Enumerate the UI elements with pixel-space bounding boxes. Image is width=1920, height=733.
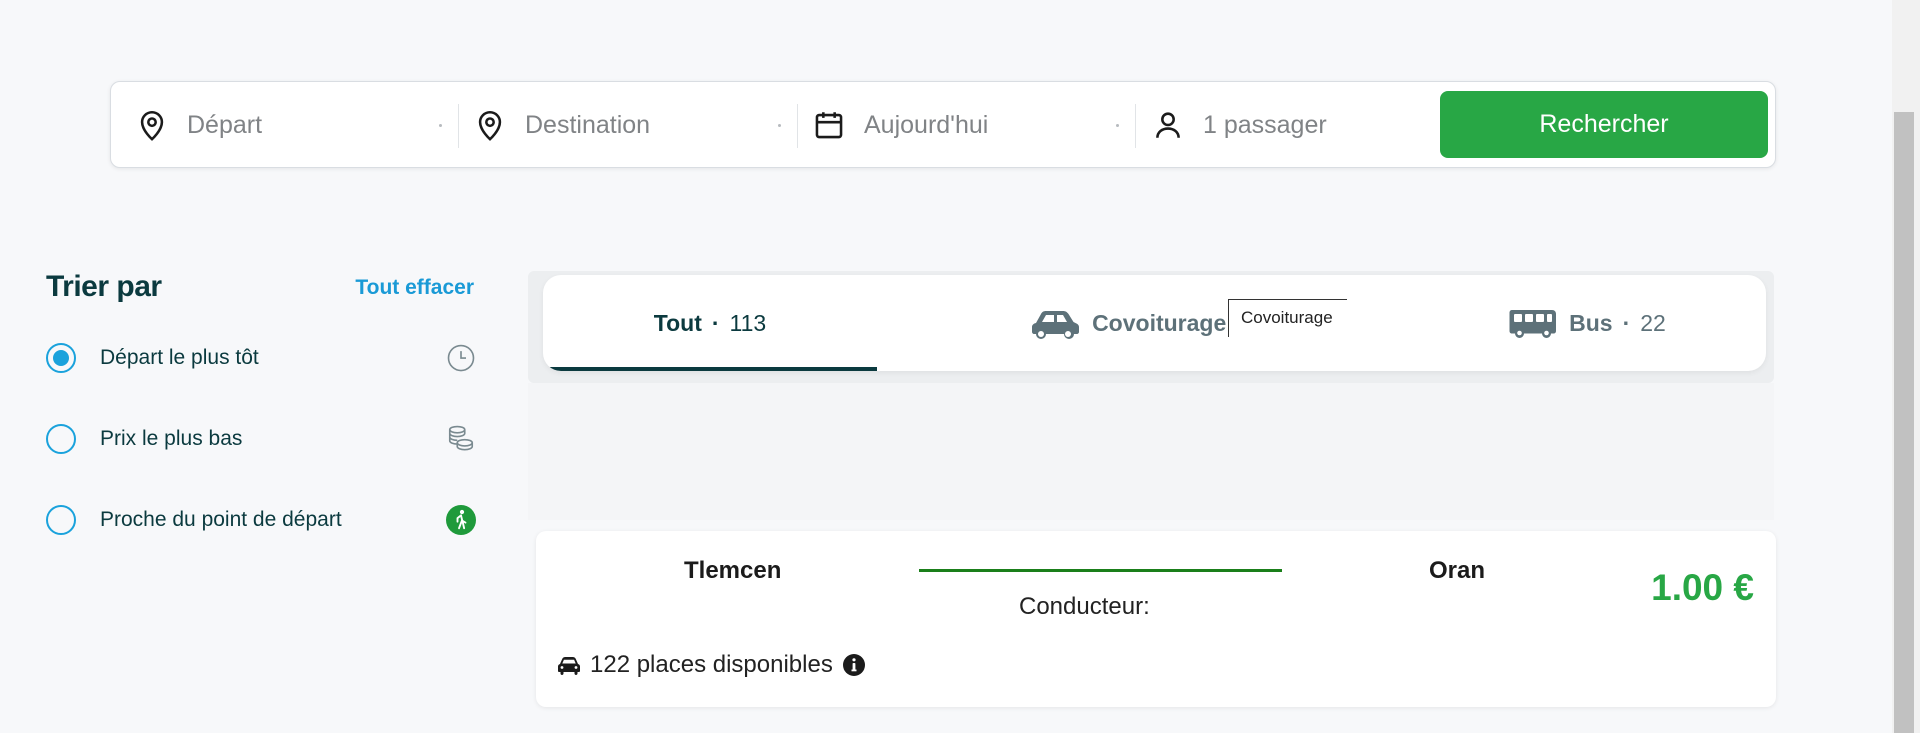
- person-icon: [1151, 108, 1185, 142]
- route-line: [919, 569, 1282, 572]
- radio-button[interactable]: [46, 424, 76, 454]
- departure-city: Tlemcen: [684, 557, 782, 584]
- field-divider-dot: [778, 124, 781, 127]
- sort-option-label: Départ le plus tôt: [100, 346, 259, 369]
- calendar-icon: [812, 108, 846, 142]
- location-pin-icon: [473, 108, 507, 142]
- date-placeholder: Aujourd'hui: [864, 110, 989, 139]
- search-button[interactable]: Rechercher: [1440, 91, 1768, 158]
- walking-person-icon: [446, 505, 476, 535]
- date-field[interactable]: Aujourd'hui: [788, 92, 1126, 158]
- destination-field[interactable]: Destination: [449, 92, 787, 158]
- scrollbar-thumb[interactable]: [1894, 112, 1914, 733]
- arrival-city: Oran: [1429, 557, 1486, 584]
- sort-option-label: Prix le plus bas: [100, 427, 243, 450]
- results-spacer: [528, 383, 1774, 520]
- coins-icon: [446, 424, 476, 454]
- transport-tabs: Tout · 113 Covoiturage · Bus · 22: [543, 275, 1766, 371]
- location-pin-icon: [135, 108, 169, 142]
- search-bar: Départ Destination Aujourd'hui 1 passage…: [110, 81, 1776, 168]
- departure-placeholder: Départ: [187, 110, 263, 139]
- radio-button[interactable]: [46, 343, 76, 373]
- passengers-label: 1 passager: [1203, 110, 1327, 139]
- tab-label: Bus: [1569, 309, 1613, 336]
- clock-icon: [446, 343, 476, 373]
- seats-text: 122 places disponibles: [590, 651, 833, 678]
- passengers-field[interactable]: 1 passager: [1127, 92, 1427, 158]
- radio-button[interactable]: [46, 505, 76, 535]
- tab-label: Covoiturage: [1092, 309, 1227, 336]
- field-divider-dot: [439, 124, 442, 127]
- radio-selected-dot: [53, 350, 69, 366]
- tab-all[interactable]: Tout · 113: [543, 275, 877, 371]
- page: Départ Destination Aujourd'hui 1 passage…: [0, 0, 1920, 733]
- info-icon[interactable]: [841, 652, 867, 678]
- destination-placeholder: Destination: [525, 110, 651, 139]
- tab-label: Tout: [653, 309, 702, 336]
- clear-all-link[interactable]: Tout effacer: [355, 276, 474, 300]
- trip-result-card[interactable]: Tlemcen Oran Conducteur: 1.00 € 122 plac…: [536, 531, 1776, 707]
- car-icon: [1030, 307, 1082, 339]
- tab-count: 22: [1640, 309, 1666, 336]
- sort-option-label: Proche du point de départ: [100, 508, 342, 531]
- sort-option-earliest-departure[interactable]: Départ le plus tôt: [46, 335, 476, 381]
- active-tab-indicator: [543, 367, 877, 371]
- tab-count: 113: [729, 309, 767, 336]
- tab-separator: ·: [1622, 309, 1631, 336]
- trip-price: 1.00 €: [1651, 567, 1754, 608]
- tooltip: Covoiturage: [1228, 299, 1347, 337]
- sort-panel: Trier par Tout effacer Départ le plus tô…: [36, 258, 484, 558]
- sort-option-lowest-price[interactable]: Prix le plus bas: [46, 416, 476, 462]
- car-icon: [556, 652, 582, 678]
- tab-bus[interactable]: Bus · 22: [1407, 275, 1766, 371]
- tab-separator: ·: [711, 309, 720, 336]
- field-divider-dot: [1116, 124, 1119, 127]
- driver-label: Conducteur:: [1019, 593, 1150, 620]
- sort-title: Trier par: [46, 270, 162, 303]
- sort-option-closest-departure[interactable]: Proche du point de départ: [46, 497, 476, 543]
- bus-icon: [1507, 307, 1559, 339]
- available-seats: 122 places disponibles: [556, 651, 867, 679]
- departure-field[interactable]: Départ: [111, 92, 449, 158]
